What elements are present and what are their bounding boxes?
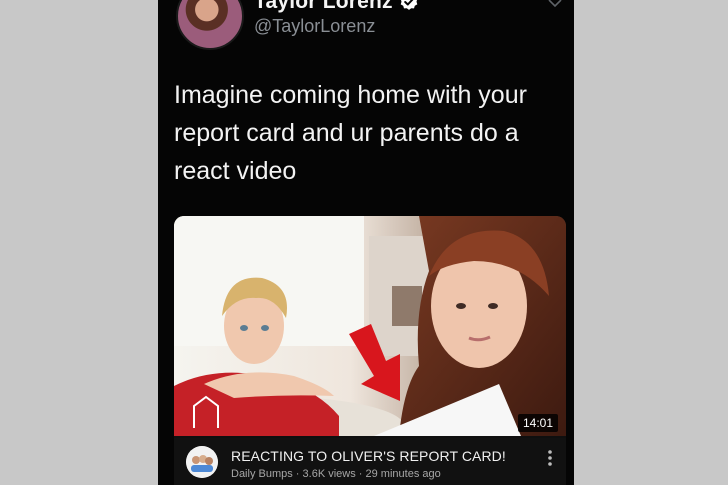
separator: · [292,468,303,480]
video-title[interactable]: REACTING TO OLIVER'S REPORT CARD! [231,448,506,464]
tweet-screen: Taylor Lorenz @TaylorLorenz Imagine comi… [158,0,574,485]
tweet-text: Imagine coming home with your report car… [174,81,527,185]
video-subtitle: Daily Bumps · 3.6K views · 29 minutes ag… [231,468,441,480]
video-card[interactable]: 14:01 REACTING TO OLIVER'S REPORT CARD! … [174,216,566,485]
user-handle[interactable]: @TaylorLorenz [254,16,375,37]
avatar[interactable] [176,0,244,50]
posted-time: 29 minutes ago [365,468,441,480]
video-meta: REACTING TO OLIVER'S REPORT CARD! Daily … [174,438,566,485]
video-thumbnail[interactable]: 14:01 [174,216,566,436]
view-count: 3.6K views [302,468,356,480]
video-duration: 14:01 [517,414,558,432]
chevron-down-icon[interactable] [546,0,564,12]
channel-avatar[interactable] [186,446,218,478]
display-name[interactable]: Taylor Lorenz [254,0,393,14]
channel-name[interactable]: Daily Bumps [231,468,293,480]
separator: · [355,468,366,480]
verified-badge-icon [399,0,419,12]
tweet-author-row: Taylor Lorenz [254,0,419,14]
page: Taylor Lorenz @TaylorLorenz Imagine comi… [0,0,728,485]
more-vertical-icon[interactable] [546,448,554,468]
